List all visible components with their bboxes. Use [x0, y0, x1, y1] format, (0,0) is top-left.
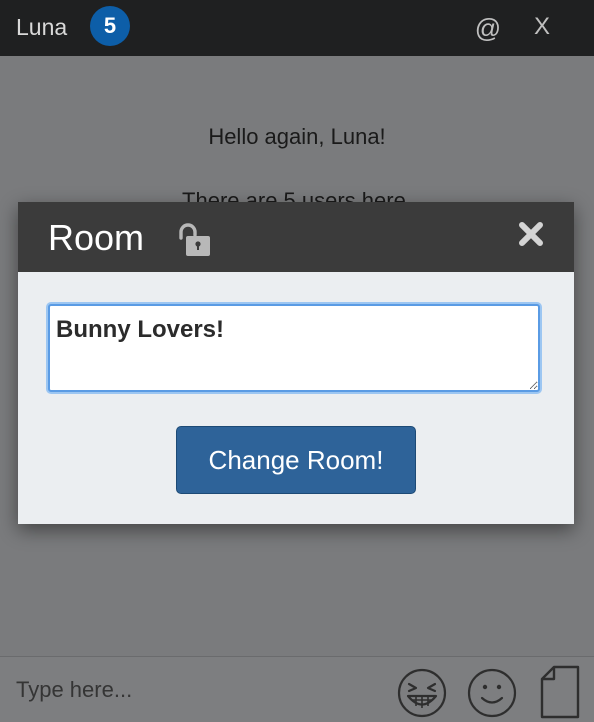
- mention-button[interactable]: @: [474, 12, 502, 44]
- composer-bar: [0, 656, 594, 722]
- smiling-face-icon[interactable]: [466, 667, 518, 719]
- unlocked-lock-icon[interactable]: [176, 222, 212, 258]
- change-room-button[interactable]: Change Room!: [176, 426, 416, 494]
- top-bar: Luna 5 @ X: [0, 0, 594, 56]
- username: Luna: [16, 14, 68, 40]
- room-name-input[interactable]: Bunny Lovers!: [48, 304, 540, 392]
- room-modal: Room Bunny Lovers! Change Room!: [18, 202, 574, 524]
- laughing-face-icon[interactable]: [396, 667, 448, 719]
- user-count-badge: 5: [90, 6, 130, 46]
- message-input[interactable]: [0, 657, 380, 722]
- close-chat-button[interactable]: X: [528, 12, 556, 42]
- close-icon[interactable]: [518, 221, 544, 247]
- modal-header: Room: [18, 202, 574, 272]
- greeting-message: Hello again, Luna!: [208, 124, 386, 149]
- document-icon[interactable]: [540, 665, 580, 719]
- modal-title: Room: [48, 217, 145, 258]
